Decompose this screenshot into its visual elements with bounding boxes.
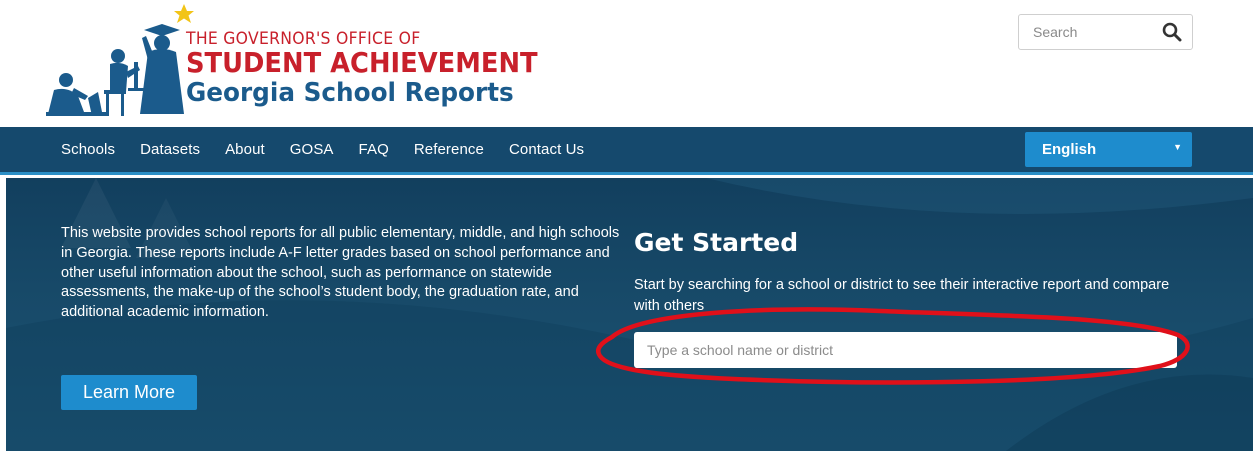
learn-more-button[interactable]: Learn More xyxy=(61,375,197,410)
site-header: THE GOVERNOR'S OFFICE OF STUDENT ACHIEVE… xyxy=(0,0,1253,127)
site-description: This website provides school reports for… xyxy=(61,225,620,321)
header-search-input[interactable] xyxy=(1019,15,1149,49)
language-selected: English xyxy=(1042,141,1097,158)
get-started-title: Get Started xyxy=(634,228,799,257)
get-started-subtitle: Start by searching for a school or distr… xyxy=(634,277,1170,314)
star-icon xyxy=(174,4,194,23)
page: THE GOVERNOR'S OFFICE OF STUDENT ACHIEVE… xyxy=(0,0,1253,451)
nav-item-contact-us[interactable]: Contact Us xyxy=(509,141,584,158)
language-select[interactable]: English ▼ xyxy=(1025,132,1192,167)
main-nav: Schools Datasets About GOSA FAQ Referenc… xyxy=(0,127,1253,175)
search-icon[interactable] xyxy=(1162,22,1182,42)
logo-line-student-achievement: STUDENT ACHIEVEMENT xyxy=(186,46,538,79)
school-search-input[interactable] xyxy=(634,332,1177,368)
nav-item-gosa[interactable]: GOSA xyxy=(290,141,334,158)
nav-item-faq[interactable]: FAQ xyxy=(359,141,389,158)
nav-item-datasets[interactable]: Datasets xyxy=(140,141,200,158)
nav-item-about[interactable]: About xyxy=(225,141,265,158)
nav-item-schools[interactable]: Schools xyxy=(61,141,115,158)
nav-items: Schools Datasets About GOSA FAQ Referenc… xyxy=(61,127,609,172)
logo-line-georgia-school-reports: Georgia School Reports xyxy=(186,78,514,108)
header-search xyxy=(1018,14,1193,50)
caret-down-icon: ▼ xyxy=(1173,142,1182,152)
logo-silhouette-icon xyxy=(46,4,194,116)
nav-item-reference[interactable]: Reference xyxy=(414,141,484,158)
hero-section: This website provides school reports for… xyxy=(6,178,1253,451)
logo-text[interactable]: THE GOVERNOR'S OFFICE OF STUDENT ACHIEVE… xyxy=(186,30,568,108)
